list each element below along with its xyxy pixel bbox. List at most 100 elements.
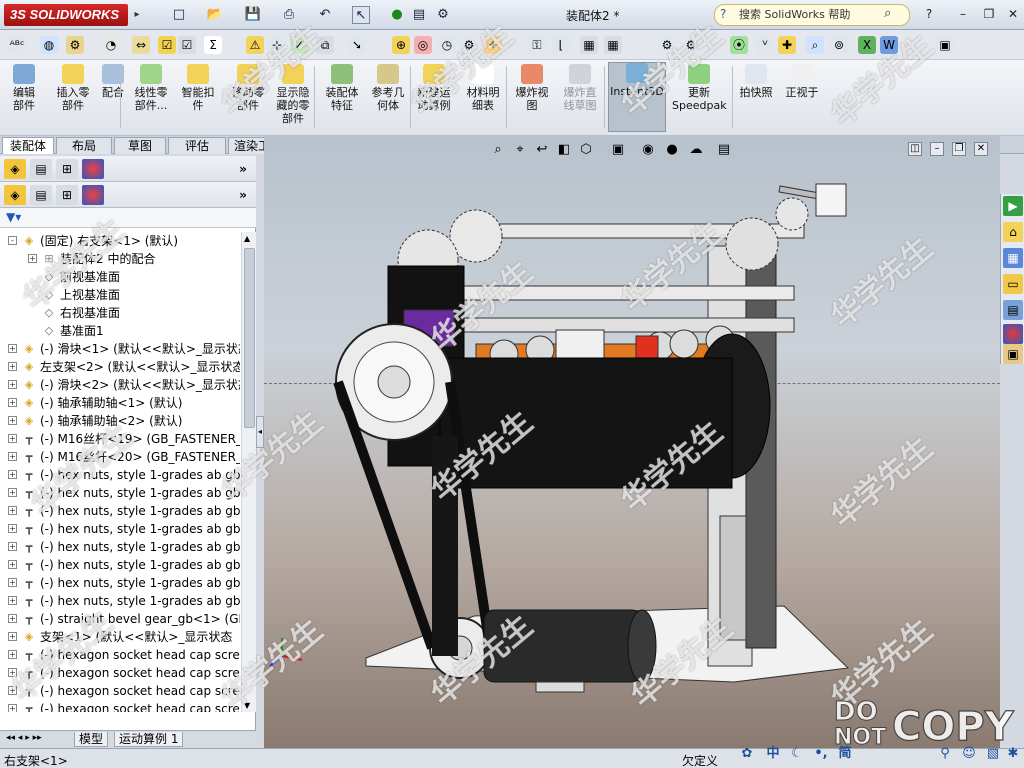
word-icon[interactable]: W	[880, 36, 898, 54]
tree-item[interactable]: + ┳ (-) hex nuts, style 1-grades ab gb-	[0, 556, 240, 574]
vw-icon[interactable]: ⱽ	[756, 36, 774, 54]
interference-icon[interactable]: ◎	[414, 36, 432, 54]
settings-icon[interactable]: ✱	[1002, 744, 1024, 764]
cmd-new-motion-study-button[interactable]: 新建运 动算例	[414, 64, 454, 112]
ime-simplified-label[interactable]: 简	[834, 744, 856, 764]
checkbox-icon[interactable]: ☑	[178, 36, 196, 54]
cmd-assembly-features-button[interactable]: 装配体 特征	[320, 64, 364, 112]
expand-icon[interactable]: +	[8, 704, 17, 712]
appearances-icon[interactable]	[1003, 324, 1023, 344]
tab-3[interactable]: 评估	[168, 137, 226, 154]
cmd-insert-component-button[interactable]: 插入零 部件	[52, 64, 94, 112]
tree-item[interactable]: + ┳ (-) hex nuts, style 1-grades ab gb-	[0, 574, 240, 592]
tree-item[interactable]: + ◈ 支架<1> (默认<<默认>_显示状态	[0, 628, 240, 646]
bracket-icon[interactable]: ⌊	[552, 36, 570, 54]
grid-icon[interactable]: ▦	[604, 36, 622, 54]
tree-item[interactable]: + ┳ (-) hex nuts, style 1-grades ab gb-	[0, 538, 240, 556]
settings-icon[interactable]: ⚙	[658, 36, 676, 54]
star-icon[interactable]: ✦	[484, 36, 502, 54]
cmd-exploded-view-button[interactable]: 爆炸视 图	[512, 64, 552, 112]
tree-scrollbar[interactable]: ▲ ▼	[241, 232, 256, 712]
expand-icon[interactable]: +	[8, 560, 17, 569]
tree-item[interactable]: + ┳ (-) hexagon socket head cap screw	[0, 700, 240, 712]
tree-item[interactable]: + ◈ (-) 轴承辅助轴<2> (默认)	[0, 412, 240, 430]
cmd-instant3d-button[interactable]: Instant3D	[608, 62, 666, 132]
calendar-icon[interactable]: ▣	[936, 36, 954, 54]
mic-icon[interactable]: ⚲	[934, 744, 956, 764]
property-manager-icon[interactable]: ▤	[30, 185, 52, 205]
expand-icon[interactable]: +	[8, 398, 17, 407]
checkbox-icon[interactable]: ☑	[158, 36, 176, 54]
expand-icon[interactable]: +	[8, 542, 17, 551]
file-properties-icon[interactable]: ▤	[410, 6, 428, 24]
component-icon[interactable]: ⧉	[316, 36, 334, 54]
tree-item[interactable]: ◇ 右视基准面	[0, 304, 240, 322]
configuration-manager-icon[interactable]: ⊞	[56, 185, 78, 205]
excel-icon[interactable]: X	[858, 36, 876, 54]
tree-item[interactable]: ◇ 基准面1	[0, 322, 240, 340]
minimize-icon[interactable]: –	[954, 5, 972, 23]
help-menu-icon[interactable]: ?	[920, 5, 938, 23]
expand-icon[interactable]: +	[8, 614, 17, 623]
feature-tree-icon[interactable]: ◈	[4, 159, 26, 179]
expand-icon[interactable]: +	[8, 362, 17, 371]
tab-0[interactable]: 装配体	[2, 137, 54, 154]
clock-icon[interactable]: ◷	[438, 36, 456, 54]
expand-icon[interactable]: +	[8, 578, 17, 587]
select-icon[interactable]: ↖	[352, 6, 370, 24]
expand-icon[interactable]: +	[28, 254, 37, 263]
panel-collapse-handle[interactable]: ◂	[256, 416, 264, 448]
tab-nav-arrows-icon[interactable]: ◂◂ ◂ ▸ ▸▸	[6, 733, 42, 743]
tree-item[interactable]: ◇ 前视基准面	[0, 268, 240, 286]
file-explorer-icon[interactable]: ▦	[1003, 248, 1023, 268]
cmd-show-hidden-button[interactable]: 显示隐 藏的零 部件	[272, 64, 314, 125]
expand-icon[interactable]: +	[8, 470, 17, 479]
tree-item[interactable]: + ┳ (-) hexagon socket head cap screw	[0, 646, 240, 664]
undo-icon[interactable]: ↶	[316, 6, 334, 24]
dimension-icon[interactable]: ⇔	[132, 36, 150, 54]
cmd-explode-line-sketch-button[interactable]: 爆炸直 线草图	[558, 64, 602, 112]
display-manager-icon[interactable]	[82, 185, 104, 205]
key-icon[interactable]: ⚿	[528, 36, 546, 54]
solidworks-logo[interactable]: 3S SOLIDWORKS	[4, 4, 128, 26]
cursor-icon[interactable]: ➘	[348, 36, 366, 54]
expand-icon[interactable]: +	[8, 380, 17, 389]
moon-icon[interactable]: ☾	[786, 744, 808, 764]
binoculars-icon[interactable]: ⊚	[830, 36, 848, 54]
cmd-edit-component-button[interactable]: 编辑 部件	[4, 64, 44, 112]
gear-check-icon[interactable]: ⚙	[460, 36, 478, 54]
cmd-reference-geometry-button[interactable]: 参考几 何体	[368, 64, 408, 112]
help-search-input[interactable]: 搜索 SolidWorks 帮助	[714, 4, 910, 26]
tab-model[interactable]: 模型	[74, 732, 109, 747]
grid-icon[interactable]: ▦	[580, 36, 598, 54]
feature-tree-icon[interactable]: ◈	[4, 185, 26, 205]
tree-item[interactable]: - ◈ (固定) 右支架<1> (默认)	[0, 232, 240, 250]
warning-icon[interactable]: ⚠	[246, 36, 264, 54]
new-icon[interactable]: □	[170, 6, 188, 24]
graphics-area[interactable]: ⌕ ⌖ ↩ ◧ ⬡ ▣ ◉ ● ☁ ▤ ◫ – ❐ ✕	[264, 136, 1000, 748]
menu-arrow-icon[interactable]: ▸	[130, 8, 144, 22]
scroll-up-icon[interactable]: ▲	[244, 234, 250, 243]
filter-icon[interactable]: ▼▾	[6, 210, 21, 224]
folder-icon[interactable]: ▭	[1003, 274, 1023, 294]
paw-icon[interactable]: ✿	[736, 744, 758, 764]
print-icon[interactable]: ⎙	[280, 6, 298, 24]
expand-icon[interactable]: +	[8, 650, 17, 659]
cmd-linear-pattern-button[interactable]: 线性零 部件...	[130, 64, 172, 112]
emoji-icon[interactable]: ☺	[958, 744, 980, 764]
rebuild-icon[interactable]: ●	[388, 6, 406, 24]
tree-item[interactable]: + ┳ (-) M16丝杆<20> (GB_FASTENER_E	[0, 448, 240, 466]
tree-item[interactable]: ◇ 上视基准面	[0, 286, 240, 304]
cmd-move-component-button[interactable]: 移动零 部件	[228, 64, 268, 112]
restore-icon[interactable]: ❐	[980, 5, 998, 23]
cmd-speedpak-button[interactable]: 更新 Speedpak	[672, 64, 727, 112]
expand-icon[interactable]: +	[8, 506, 17, 515]
tree-item[interactable]: + ┳ (-) hexagon socket head cap screw	[0, 664, 240, 682]
search-icon[interactable]: ⌕	[884, 6, 891, 21]
tab-1[interactable]: 布局	[56, 137, 112, 154]
expand-icon[interactable]: +	[8, 434, 17, 443]
search-icon[interactable]: ⌕	[806, 36, 824, 54]
tree-item[interactable]: + ◈ (-) 滑块<2> (默认<<默认>_显示状态	[0, 376, 240, 394]
solidworks-resources-icon[interactable]: ▶	[1003, 196, 1023, 216]
tab-2[interactable]: 草图	[114, 137, 166, 154]
